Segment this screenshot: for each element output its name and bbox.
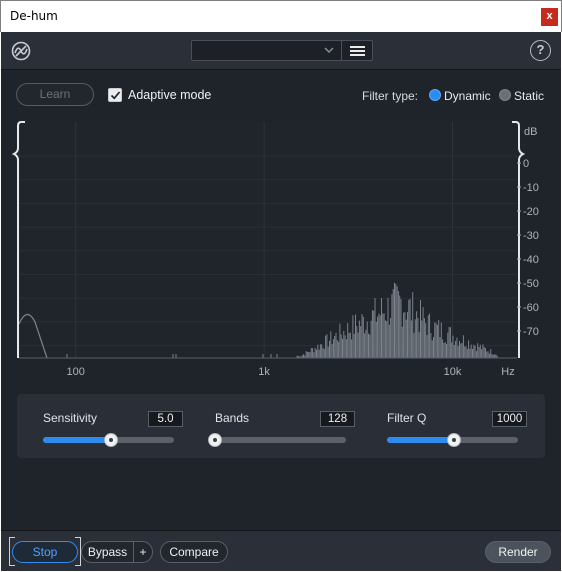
frequency-tick-label: 1k — [258, 366, 270, 378]
sensitivity-label: Sensitivity — [43, 411, 98, 425]
db-tick-label: -20 — [523, 206, 539, 218]
sensitivity-slider[interactable] — [43, 433, 174, 447]
frequency-axis-labels: 100 1k 10k Hz — [67, 366, 515, 378]
spectrum-display[interactable]: 100 1k 10k Hz dB 0 -10 -20 -30 -40 -50 -60 -70 — [1, 118, 561, 380]
window-titlebar: De-hum x — [0, 0, 562, 32]
bands-value[interactable]: 128 — [320, 411, 355, 427]
hamburger-icon — [350, 46, 365, 48]
sensitivity-value[interactable]: 5.0 — [148, 411, 183, 427]
db-tick-label: -70 — [523, 326, 539, 338]
bypass-button[interactable]: Bypass — [81, 541, 133, 563]
header-bar: ? — [1, 32, 561, 70]
render-button[interactable]: Render — [485, 541, 551, 563]
bands-slider-handle[interactable] — [208, 433, 222, 447]
window-title: De-hum — [10, 9, 58, 23]
frequency-tick-label: 10k — [444, 366, 462, 378]
db-tick-label: -50 — [523, 278, 539, 290]
db-unit-label: dB — [524, 126, 537, 138]
stop-button[interactable]: Stop — [12, 541, 78, 563]
filter-type-dynamic-radio[interactable] — [429, 89, 441, 101]
filter-q-slider[interactable] — [387, 433, 518, 447]
sensitivity-slider-handle[interactable] — [104, 433, 119, 447]
dehum-app: ? Learn Adaptive mode Filter type: Dynam… — [1, 32, 561, 571]
db-tick-label: 0 — [523, 158, 529, 170]
dehum-logo-icon[interactable] — [11, 41, 31, 61]
filter-type-static-radio[interactable] — [499, 89, 511, 101]
filter-type-static-label[interactable]: Static — [514, 89, 544, 103]
adaptive-mode-label: Adaptive mode — [128, 88, 212, 102]
bands-label: Bands — [215, 411, 250, 425]
close-button[interactable]: x — [541, 8, 558, 26]
bottom-bar: Stop Bypass + Compare Render — [1, 530, 561, 571]
compare-button[interactable]: Compare — [160, 541, 228, 563]
filter-type-dynamic-label[interactable]: Dynamic — [444, 89, 491, 103]
db-tick-label: -40 — [523, 254, 539, 266]
preset-menu-button[interactable] — [341, 40, 373, 61]
db-tick-label: -30 — [523, 230, 539, 242]
preset-dropdown[interactable] — [191, 40, 342, 61]
filter-type-label: Filter type: — [362, 89, 419, 103]
learn-button[interactable]: Learn — [16, 83, 94, 106]
filter-q-label: Filter Q — [387, 411, 427, 425]
chevron-down-icon — [324, 47, 334, 53]
help-icon[interactable]: ? — [530, 40, 551, 61]
filter-q-slider-handle[interactable] — [446, 433, 461, 447]
db-tick-label: -10 — [523, 182, 539, 194]
adaptive-mode-checkbox[interactable] — [108, 88, 122, 102]
bypass-add-button[interactable]: + — [133, 541, 153, 563]
checkmark-icon — [110, 91, 121, 100]
bands-slider[interactable] — [208, 433, 346, 447]
filter-q-value[interactable]: 1000 — [492, 411, 527, 427]
controls-panel: Sensitivity 5.0 Bands 128 Filter Q 1000 — [17, 394, 545, 458]
db-tick-label: -60 — [523, 302, 539, 314]
frequency-tick-label: 100 — [67, 366, 85, 378]
frequency-unit-label: Hz — [501, 366, 514, 378]
